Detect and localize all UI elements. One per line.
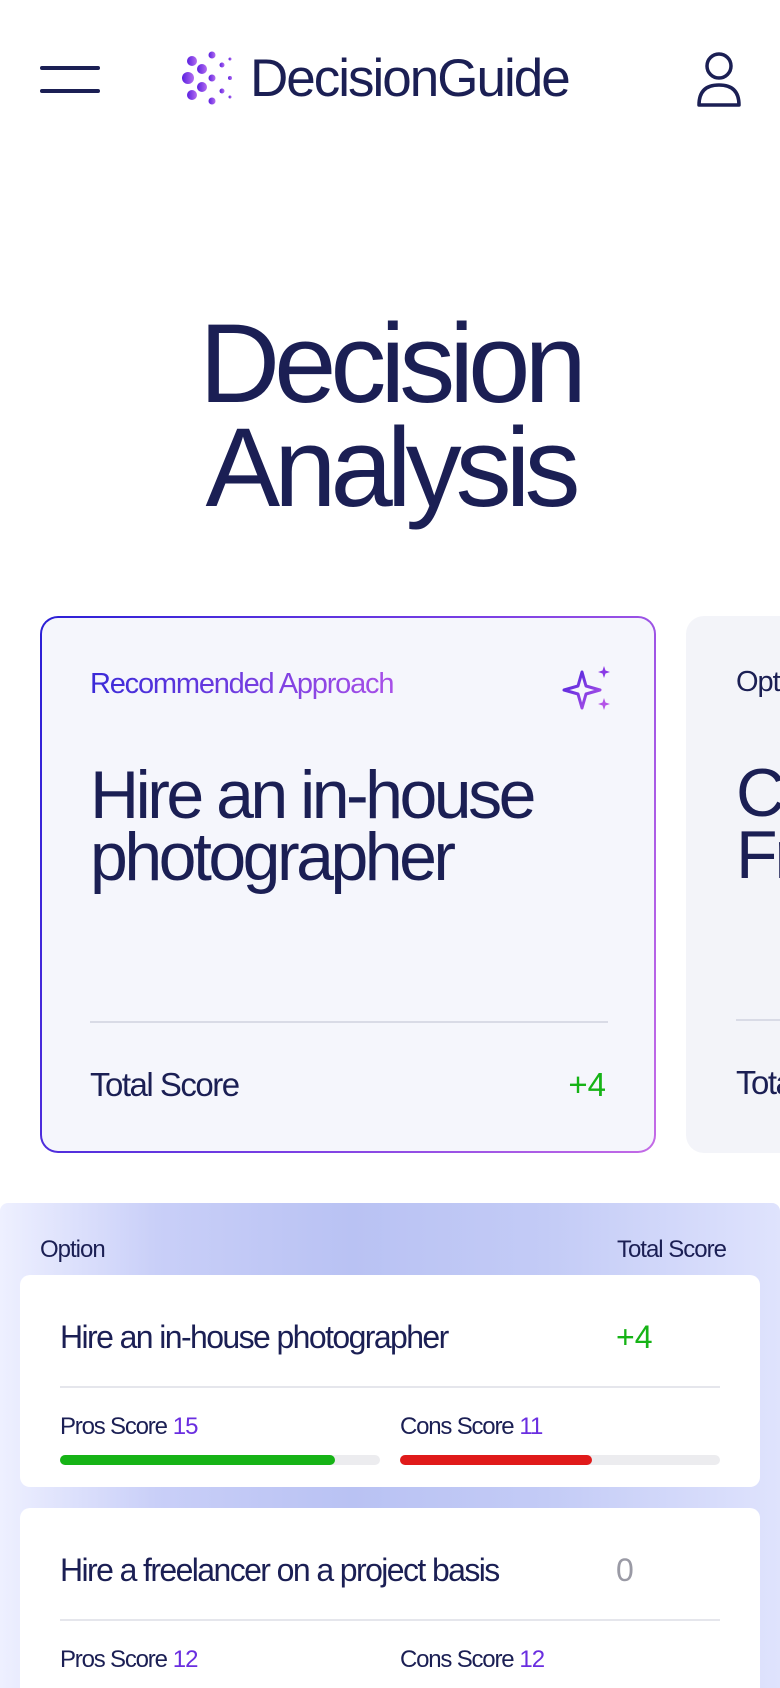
table-row[interactable]: Hire a freelancer on a project basis 0 P…: [20, 1508, 760, 1688]
row-divider: [60, 1386, 720, 1388]
pros-score-value: 12: [172, 1646, 199, 1673]
card-title-line-1: C: [736, 755, 780, 831]
cons-score-metric: Cons Score 11: [400, 1413, 720, 1465]
table-row[interactable]: Hire an in-house photographer +4 Pros Sc…: [20, 1275, 760, 1487]
hamburger-menu-icon[interactable]: [40, 62, 100, 96]
pros-score-bar: [60, 1455, 380, 1465]
option-total-score: 0: [616, 1552, 634, 1588]
sparkle-icon: [562, 666, 610, 710]
pros-score-bar-fill: [60, 1455, 336, 1465]
pros-score-label: Pros Score: [60, 1413, 168, 1440]
cons-score-bar: [400, 1455, 720, 1465]
option-name: Hire an in-house photographer: [60, 1319, 449, 1355]
app-header: DecisionGuide: [0, 0, 780, 160]
cons-score-label: Cons Score: [400, 1646, 515, 1673]
dotted-logo-mark-icon: [182, 51, 232, 105]
menu-line: [40, 89, 100, 93]
cons-score-value: 11: [519, 1413, 543, 1440]
card-divider: [736, 1019, 780, 1021]
brand-name: DecisionGuide: [250, 48, 571, 108]
card-total-score-label: Tota: [736, 1064, 780, 1101]
cons-score-value: 12: [519, 1646, 545, 1673]
option-name: Hire a freelancer on a project basis: [60, 1552, 500, 1588]
card-label: Recommended Approach: [90, 668, 394, 700]
pros-score-label: Pros Score: [60, 1646, 168, 1673]
row-divider: [60, 1619, 720, 1621]
pros-score-value: 15: [172, 1413, 199, 1440]
recommended-option-card[interactable]: Recommended Approach Hire an in-house ph…: [40, 616, 656, 1153]
card-total-score-label: Total Score: [90, 1066, 240, 1103]
page-title: Decision Analysis: [0, 301, 780, 530]
card-title: Hire an in-house photographer: [90, 757, 536, 895]
card-title-line-2: Fr: [736, 817, 780, 893]
option-total-score: +4: [616, 1319, 653, 1355]
column-header-total-score: Total Score: [616, 1236, 727, 1263]
card-label: Opt: [736, 666, 780, 698]
brand-logo[interactable]: DecisionGuide: [182, 48, 571, 108]
page-title-line-1: Decision: [199, 301, 587, 426]
card-title: C Fr: [736, 755, 780, 893]
menu-line: [40, 66, 100, 70]
page-title-line-2: Analysis: [205, 405, 580, 530]
column-header-option: Option: [40, 1236, 106, 1263]
options-comparison-table: Option Total Score Hire an in-house phot…: [0, 1203, 780, 1688]
user-profile-icon[interactable]: [696, 50, 742, 108]
cons-score-label: Cons Score: [400, 1413, 515, 1440]
pros-score-metric: Pros Score 12: [60, 1646, 380, 1674]
pros-score-metric: Pros Score 15: [60, 1413, 380, 1465]
card-divider: [90, 1021, 608, 1023]
cons-score-metric: Cons Score 12: [400, 1646, 720, 1674]
card-total-score-value: +4: [568, 1066, 606, 1103]
next-option-card[interactable]: Opt C Fr Tota: [686, 616, 780, 1153]
cons-score-bar-fill: [400, 1455, 592, 1465]
